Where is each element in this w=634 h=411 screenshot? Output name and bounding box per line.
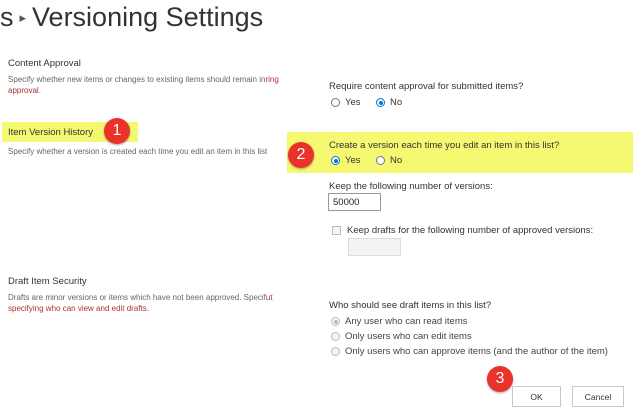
draft-security-read-radio[interactable] <box>331 317 340 326</box>
content-approval-no-option[interactable]: No <box>376 97 402 108</box>
breadcrumb-prev[interactable]: s <box>0 2 14 32</box>
content-approval-desc-text: Specify whether new items or changes to … <box>8 75 266 84</box>
ok-button[interactable]: OK <box>512 386 561 407</box>
version-history-yes-option[interactable]: Yes <box>331 155 361 166</box>
version-history-yes-radio[interactable] <box>331 156 340 165</box>
breadcrumb-separator-icon: ▸ <box>19 10 27 25</box>
content-approval-desc-link2: approval. <box>8 86 41 95</box>
draft-security-approve-option[interactable]: Only users who can approve items (and th… <box>331 346 608 357</box>
content-approval-no-label: No <box>390 97 403 108</box>
keep-versions-input[interactable]: 50000 <box>328 193 381 211</box>
content-approval-yes-radio[interactable] <box>331 98 340 107</box>
cancel-button[interactable]: Cancel <box>572 386 624 407</box>
draft-security-read-label: Any user who can read items <box>345 316 468 327</box>
draft-security-edit-option[interactable]: Only users who can edit items <box>331 331 472 342</box>
content-approval-desc-link: ring <box>265 75 279 84</box>
draft-security-edit-radio[interactable] <box>331 332 340 341</box>
keep-drafts-label: Keep drafts for the following number of … <box>347 225 594 236</box>
page-title-text: Versioning Settings <box>32 2 264 32</box>
keep-versions-label: Keep the following number of versions: <box>329 181 493 192</box>
draft-security-desc-text: Drafts are minor versions or items which… <box>8 293 266 302</box>
version-history-question: Create a version each time you edit an i… <box>329 140 560 151</box>
callout-2-badge: 2 <box>288 142 314 168</box>
keep-drafts-input[interactable] <box>348 238 401 256</box>
draft-security-title: Draft Item Security <box>8 276 87 287</box>
page-title: s ▸ Versioning Settings <box>0 2 263 33</box>
content-approval-yes-label: Yes <box>345 97 361 108</box>
content-approval-no-radio[interactable] <box>376 98 385 107</box>
callout-1-badge: 1 <box>104 118 130 144</box>
draft-security-read-option[interactable]: Any user who can read items <box>331 316 468 327</box>
draft-security-question: Who should see draft items in this list? <box>329 300 492 311</box>
content-approval-title: Content Approval <box>8 58 81 69</box>
version-history-yes-label: Yes <box>345 155 361 166</box>
content-approval-yes-option[interactable]: Yes <box>331 97 361 108</box>
content-approval-desc: Specify whether new items or changes to … <box>8 74 279 96</box>
keep-drafts-checkbox[interactable] <box>332 226 341 235</box>
draft-security-desc: Drafts are minor versions or items which… <box>8 292 273 314</box>
version-history-no-label: No <box>390 155 403 166</box>
content-approval-question: Require content approval for submitted i… <box>329 81 524 92</box>
version-history-title: Item Version History <box>8 127 93 138</box>
draft-security-approve-radio[interactable] <box>331 347 340 356</box>
keep-drafts-option[interactable]: Keep drafts for the following number of … <box>332 225 593 236</box>
draft-security-desc-link2: specifying who can view and edit drafts. <box>8 304 149 313</box>
version-history-question-highlight <box>287 132 633 173</box>
version-history-desc: Specify whether a version is created eac… <box>8 147 268 156</box>
callout-3-badge: 3 <box>487 366 513 392</box>
version-history-no-option[interactable]: No <box>376 155 402 166</box>
draft-security-approve-label: Only users who can approve items (and th… <box>345 346 608 357</box>
draft-security-desc-link: ut <box>265 293 273 302</box>
version-history-no-radio[interactable] <box>376 156 385 165</box>
draft-security-edit-label: Only users who can edit items <box>345 331 472 342</box>
